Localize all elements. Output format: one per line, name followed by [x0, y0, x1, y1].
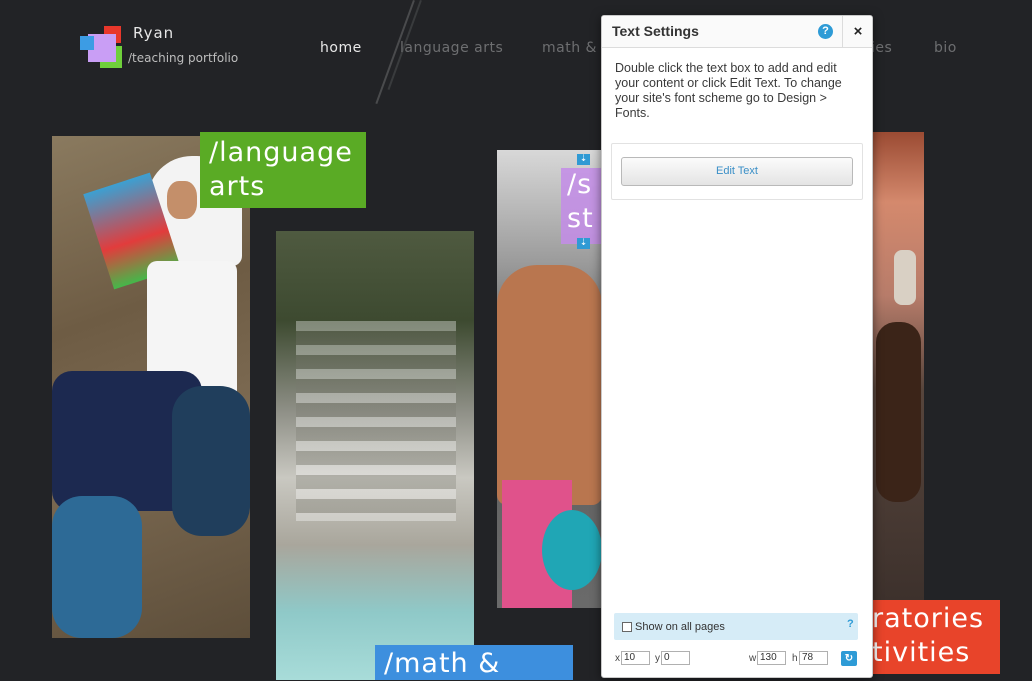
logo[interactable] — [80, 26, 125, 70]
photo-boy-body-shape — [876, 322, 921, 502]
nav-bio[interactable]: bio — [934, 40, 957, 56]
nav-laboratories[interactable]: ies — [871, 40, 892, 56]
label-language-arts[interactable]: /language arts — [200, 132, 366, 208]
download-icon-top[interactable]: ⇣ — [577, 154, 590, 165]
label-labs-line-1: ratories — [872, 603, 985, 634]
brand-subtitle: /teaching portfolio — [128, 51, 239, 65]
photo-tire-shape — [52, 496, 142, 638]
photo-blue-bowl-shape — [542, 510, 602, 590]
photo-waterfall[interactable] — [276, 231, 474, 680]
nav-language-arts[interactable]: language arts — [400, 40, 503, 56]
brand-name[interactable]: Ryan — [133, 24, 174, 42]
label-language-line-1: /language — [209, 137, 353, 168]
w-input[interactable]: 130 — [757, 651, 786, 665]
nav-home[interactable]: home — [320, 40, 362, 56]
logo-blue-square — [80, 36, 94, 50]
photo-falls-shape — [296, 321, 456, 521]
photo-boy[interactable] — [868, 132, 924, 600]
label-language-line-2: arts — [209, 171, 266, 202]
photo-face-shape — [167, 181, 197, 219]
show-on-all-pages-label[interactable]: Show on all pages — [635, 621, 725, 633]
refresh-icon[interactable]: ↻ — [841, 651, 857, 666]
x-input[interactable]: 10 — [621, 651, 650, 665]
label-math-line-1: /math & — [384, 648, 501, 679]
label-science-line-2: st — [567, 203, 594, 234]
label-science-line-1: /s — [567, 169, 593, 200]
photo-bottle-shape — [894, 250, 916, 305]
text-settings-panel: Text Settings ? × Double click the text … — [601, 15, 873, 678]
show-on-all-pages-bar: Show on all pages ? — [614, 613, 858, 640]
help-icon[interactable]: ? — [818, 24, 833, 39]
show-on-all-pages-checkbox[interactable] — [622, 622, 632, 632]
download-icon-bottom[interactable]: ⇣ — [577, 238, 590, 249]
label-labs-line-2: tivities — [872, 637, 971, 668]
panel-title: Text Settings — [612, 23, 699, 39]
label-science[interactable]: /s st — [561, 168, 601, 244]
y-label: y — [655, 653, 660, 664]
label-math-science[interactable]: /math & — [375, 645, 573, 680]
panel-header[interactable]: Text Settings ? × — [602, 16, 872, 48]
photo-tire-shape-2 — [172, 386, 250, 536]
w-label: w — [749, 653, 757, 664]
close-button[interactable]: × — [842, 16, 872, 47]
edit-text-box: Edit Text — [611, 143, 863, 200]
show-help-icon[interactable]: ? — [847, 618, 854, 630]
label-laboratories[interactable]: ratories tivities — [868, 600, 1000, 674]
y-input[interactable]: 0 — [661, 651, 690, 665]
h-input[interactable]: 78 — [799, 651, 828, 665]
photo-girl-reading[interactable] — [52, 136, 250, 638]
edit-text-button[interactable]: Edit Text — [621, 157, 853, 186]
panel-description: Double click the text box to add and edi… — [615, 61, 842, 120]
x-label: x — [615, 653, 620, 664]
nav-math-science[interactable]: math & s — [542, 40, 610, 56]
photo-child-body-shape — [497, 265, 602, 505]
h-label: h — [792, 653, 798, 664]
